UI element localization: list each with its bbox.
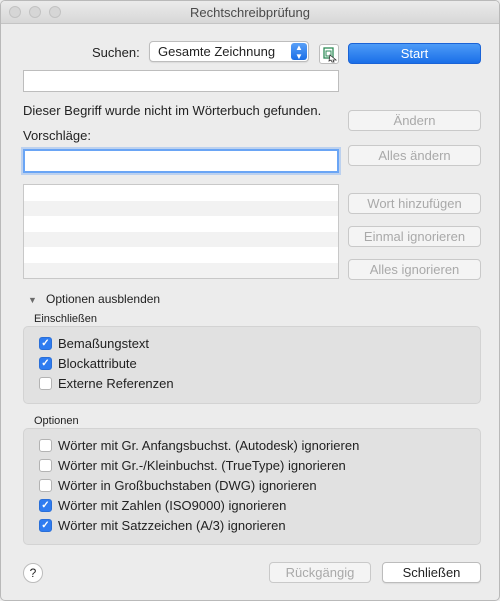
help-button[interactable]: ? — [23, 563, 43, 583]
include-group-title: Einschließen — [34, 313, 97, 325]
undo-button[interactable]: Rückgängig — [269, 562, 371, 583]
select-objects-icon — [323, 47, 338, 63]
search-scope-select[interactable]: Gesamte Zeichnung ▲ ▼ — [149, 41, 309, 62]
checkbox-checked-icon[interactable]: ✓ — [39, 519, 52, 532]
list-item[interactable] — [24, 231, 338, 248]
list-item[interactable] — [24, 262, 338, 278]
checkbox-label: Wörter in Großbuchstaben (DWG) ignoriere… — [58, 478, 317, 493]
search-scope-value: Gesamte Zeichnung — [158, 44, 276, 59]
change-button[interactable]: Ändern — [348, 110, 481, 131]
options-toggle-label[interactable]: Optionen ausblenden — [46, 292, 160, 306]
list-item[interactable] — [24, 185, 338, 201]
checkbox-unchecked-icon[interactable] — [39, 439, 52, 452]
checkbox-label: Bemaßungstext — [58, 336, 150, 351]
suggestion-input[interactable] — [23, 149, 339, 173]
title-bar: Rechtschreibprüfung — [1, 1, 499, 24]
checkbox-unchecked-icon[interactable] — [39, 377, 52, 390]
checkbox-label: Wörter mit Gr. Anfangsbuchst. (Autodesk)… — [58, 438, 360, 453]
ignore-once-button[interactable]: Einmal ignorieren — [348, 226, 481, 247]
checkbox-checked-icon[interactable]: ✓ — [39, 499, 52, 512]
list-item[interactable] — [24, 247, 338, 263]
suggestions-list[interactable] — [23, 184, 339, 279]
found-word-field[interactable] — [23, 70, 339, 92]
close-button[interactable]: Schließen — [382, 562, 481, 583]
checkbox-checked-icon[interactable]: ✓ — [39, 337, 52, 350]
checkbox-checked-icon[interactable]: ✓ — [39, 357, 52, 370]
change-all-button[interactable]: Alles ändern — [348, 145, 481, 166]
select-objects-button[interactable] — [319, 44, 339, 64]
checkbox-label: Externe Referenzen — [58, 376, 174, 391]
checkbox-unchecked-icon[interactable] — [39, 459, 52, 472]
checkbox-label: Wörter mit Gr.-/Kleinbuchst. (TrueType) … — [58, 458, 346, 473]
add-word-button[interactable]: Wort hinzufügen — [348, 193, 481, 214]
spell-check-window: Rechtschreibprüfung Suchen: Gesamte Zeic… — [0, 0, 500, 601]
checkbox-label: Blockattribute — [58, 356, 137, 371]
stepper-arrows-icon: ▲ ▼ — [291, 43, 307, 61]
list-item[interactable] — [24, 200, 338, 217]
checkbox-label: Wörter mit Satzzeichen (A/3) ignorieren — [58, 518, 286, 533]
checkbox-label: Wörter mit Zahlen (ISO9000) ignorieren — [58, 498, 287, 513]
start-button[interactable]: Start — [348, 43, 481, 64]
search-label: Suchen: — [92, 45, 140, 60]
suggestions-label: Vorschläge: — [23, 128, 91, 143]
ignore-all-button[interactable]: Alles ignorieren — [348, 259, 481, 280]
checkbox-unchecked-icon[interactable] — [39, 479, 52, 492]
window-title: Rechtschreibprüfung — [190, 5, 310, 20]
options-group-title: Optionen — [34, 415, 79, 427]
triangle-down-icon[interactable]: ▼ — [28, 295, 37, 305]
status-text: Dieser Begriff wurde nicht im Wörterbuch… — [23, 103, 322, 118]
list-item[interactable] — [24, 216, 338, 232]
